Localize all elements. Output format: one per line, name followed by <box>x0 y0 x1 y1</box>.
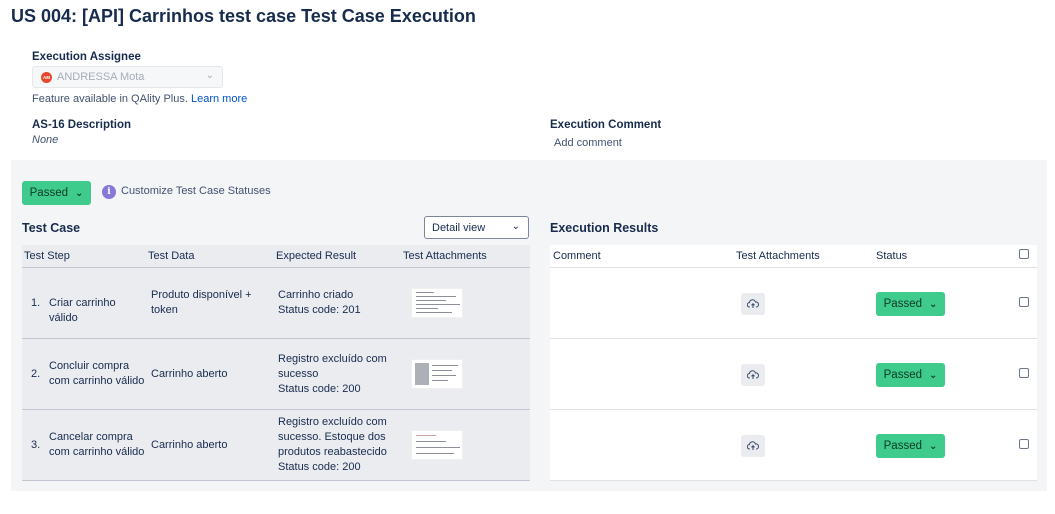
col-comment: Comment <box>553 250 601 262</box>
col-test-attachments: Test Attachments <box>403 250 487 262</box>
step-text: Criar carrinho válido <box>49 297 116 324</box>
info-icon: i <box>102 185 116 199</box>
upload-attachment-button[interactable] <box>741 364 765 386</box>
col-expected-result: Expected Result <box>276 250 357 262</box>
row-status-label: Passed <box>883 440 922 452</box>
add-comment-input[interactable]: Add comment <box>554 137 622 149</box>
execution-results-title: Execution Results <box>550 221 659 235</box>
attachment-thumbnail[interactable] <box>411 288 463 318</box>
row-checkbox[interactable] <box>1019 439 1029 449</box>
assignee-select[interactable]: AM ANDRESSA Mota ⌄ <box>32 66 223 88</box>
attachment-thumbnail[interactable] <box>411 430 463 460</box>
col-test-attachments: Test Attachments <box>736 250 820 262</box>
cloud-upload-icon <box>747 441 759 450</box>
execution-results-table: Comment Test Attachments Status Passed ⌄… <box>550 245 1037 481</box>
expected-result-text: Carrinho criado Status code: 201 <box>278 289 361 316</box>
feature-note-text: Feature available in QAlity Plus. <box>32 93 188 105</box>
expected-result-text: Registro excluído com sucesso Status cod… <box>278 353 387 395</box>
view-select[interactable]: Detail view ⌄ <box>424 216 529 239</box>
learn-more-link[interactable]: Learn more <box>191 93 247 105</box>
col-status: Status <box>876 250 908 262</box>
cloud-upload-icon <box>747 370 759 379</box>
view-select-value: Detail view <box>432 221 486 234</box>
page-title: US 004: [API] Carrinhos test case Test C… <box>11 6 476 26</box>
assignee-value: ANDRESSA Mota <box>57 71 145 83</box>
overall-status-label: Passed <box>29 187 68 199</box>
table-row: Passed ⌄ <box>550 268 1037 339</box>
test-case-table: Test Step Test Data Expected Result Test… <box>22 245 530 481</box>
row-status-button[interactable]: Passed ⌄ <box>876 434 945 458</box>
table-header: Comment Test Attachments Status <box>550 245 1037 268</box>
assignee-label: Execution Assignee <box>32 51 141 63</box>
step-text: Cancelar compra com carrinho válido <box>49 431 145 458</box>
row-status-label: Passed <box>883 369 922 381</box>
table-row: Passed ⌄ <box>550 410 1037 481</box>
customize-statuses-link[interactable]: Customize Test Case Statuses <box>121 185 271 197</box>
test-data-text: Carrinho aberto <box>151 368 228 380</box>
step-number: 3. <box>31 439 41 451</box>
avatar: AM <box>41 71 52 83</box>
chevron-down-icon: ⌄ <box>928 440 938 452</box>
expected-result-text: Registro excluído com sucesso. Estoque d… <box>278 416 387 473</box>
test-data-text: Carrinho aberto <box>151 439 228 451</box>
test-case-title: Test Case <box>22 221 81 235</box>
select-all-checkbox[interactable] <box>1019 249 1029 259</box>
cloud-upload-icon <box>747 299 759 308</box>
col-test-step: Test Step <box>24 250 70 262</box>
upload-attachment-button[interactable] <box>741 293 765 315</box>
row-checkbox[interactable] <box>1019 368 1029 378</box>
chevron-down-icon: ⌄ <box>928 369 938 381</box>
step-text: Concluir compra com carrinho válido <box>49 360 145 387</box>
table-header: Test Step Test Data Expected Result Test… <box>22 245 530 268</box>
col-test-data: Test Data <box>148 250 195 262</box>
table-row: 3. Cancelar compra com carrinho válido C… <box>22 410 530 481</box>
table-row: 2. Concluir compra com carrinho válido C… <box>22 339 530 410</box>
overall-status-button[interactable]: Passed ⌄ <box>22 181 91 205</box>
attachment-thumbnail[interactable] <box>411 359 463 389</box>
row-status-button[interactable]: Passed ⌄ <box>876 292 945 316</box>
chevron-down-icon: ⌄ <box>511 221 520 232</box>
row-checkbox[interactable] <box>1019 297 1029 307</box>
step-number: 2. <box>31 368 41 380</box>
table-row: Passed ⌄ <box>550 339 1037 410</box>
table-row: 1. Criar carrinho válido Produto disponí… <box>22 268 530 339</box>
upload-attachment-button[interactable] <box>741 435 765 457</box>
feature-note: Feature available in QAlity Plus. Learn … <box>32 93 247 105</box>
description-value: None <box>32 134 59 146</box>
chevron-down-icon: ⌄ <box>205 70 214 81</box>
execution-comment-label: Execution Comment <box>550 119 662 131</box>
description-label: AS-16 Description <box>32 119 132 131</box>
row-status-label: Passed <box>883 298 922 310</box>
step-number: 1. <box>31 297 41 309</box>
row-status-button[interactable]: Passed ⌄ <box>876 363 945 387</box>
chevron-down-icon: ⌄ <box>74 187 84 199</box>
test-data-text: Produto disponível + token <box>151 289 252 316</box>
chevron-down-icon: ⌄ <box>928 298 938 310</box>
